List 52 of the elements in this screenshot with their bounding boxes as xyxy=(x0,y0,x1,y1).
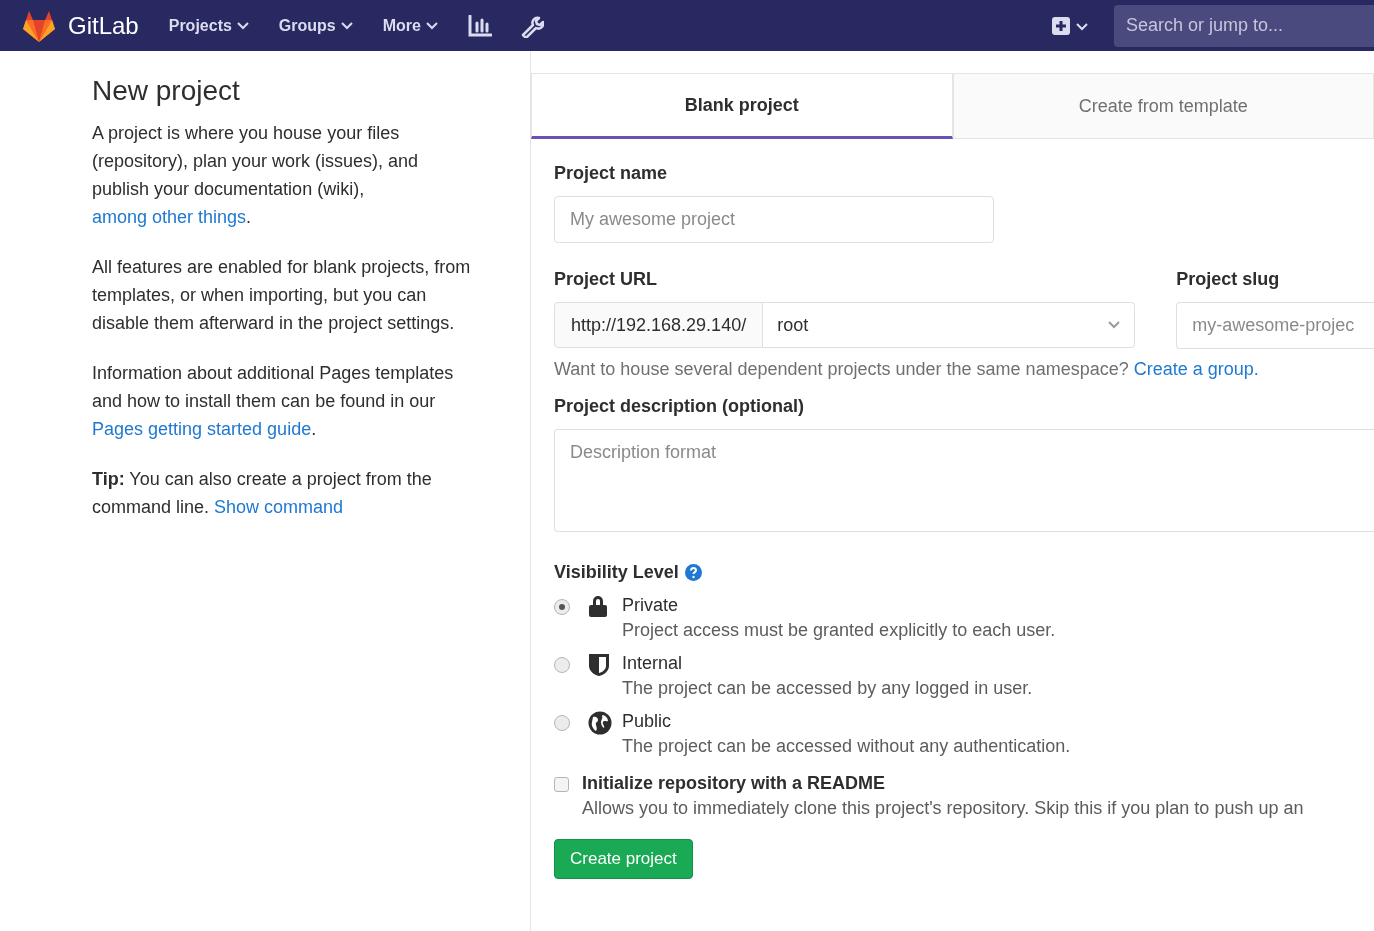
field-label: Project URL xyxy=(554,269,659,290)
bar-chart-icon[interactable] xyxy=(468,14,492,37)
chevron-down-icon xyxy=(426,21,438,30)
field-label: Project description (optional) xyxy=(554,396,805,417)
option-description: Project access must be granted explicitly to each user. xyxy=(622,620,1057,641)
link[interactable]: Create a group. xyxy=(1133,359,1259,379)
lock-icon xyxy=(588,595,608,617)
link[interactable]: Show command xyxy=(214,497,344,517)
option-description: The project can be accessed by any logged in user. xyxy=(622,678,1034,699)
field-label: Project name xyxy=(554,163,669,184)
checkbox-label[interactable]: Initialize repository with a README xyxy=(582,773,1374,794)
option-description: Allows you to immediately clone this project's repository. Skip this if you plan to push up an xyxy=(582,798,1305,819)
chevron-down-icon xyxy=(1076,22,1088,31)
chevron-down-icon xyxy=(1108,321,1121,329)
checkbox[interactable] xyxy=(554,777,569,792)
fox-logo-icon[interactable] xyxy=(22,9,56,42)
shield-icon xyxy=(588,653,610,677)
radio-button[interactable] xyxy=(554,657,570,673)
link[interactable]: among other things xyxy=(92,207,247,227)
description-field[interactable]: Description format xyxy=(554,429,1374,532)
field-label: Project slug xyxy=(1176,269,1281,290)
search-field[interactable]: Search or jump to... xyxy=(1114,4,1374,47)
nav-menu[interactable]: Projects xyxy=(168,16,249,35)
option-label: Public xyxy=(622,711,673,732)
tab[interactable]: Create from template xyxy=(952,73,1374,139)
url-prefix: http://192.168.29.140/ xyxy=(554,302,764,348)
chevron-down-icon xyxy=(340,21,353,30)
paragraph: Tip: You can also create a project from the command line. Show command xyxy=(92,468,433,519)
option-description: The project can be accessed without any authentication. xyxy=(622,736,1072,757)
brand-name[interactable]: GitLab xyxy=(68,11,139,40)
nav-menu[interactable]: Groups xyxy=(278,16,353,35)
globe-icon xyxy=(588,711,612,735)
page-title: New project xyxy=(92,75,241,107)
plus-square-icon[interactable] xyxy=(1052,16,1070,35)
wrench-icon[interactable] xyxy=(520,13,544,38)
project-name-field[interactable]: My awesome project xyxy=(554,196,994,243)
radio-button[interactable] xyxy=(554,599,570,615)
link[interactable]: Pages getting started guide xyxy=(92,419,312,439)
nav-menu[interactable]: More xyxy=(382,16,438,35)
paragraph: A project is where you house your files (repository), plan your work (issues), and publish your documentation (wiki), among other things. xyxy=(92,122,420,229)
help-icon[interactable] xyxy=(684,564,702,581)
paragraph: Information about additional Pages templates and how to install them can be found in our Pages getting started guide. xyxy=(92,362,455,441)
paragraph: All features are enabled for blank projects, from templates, or when importing, but you can disable them afterward in the project settings. xyxy=(92,256,472,335)
namespace-dropdown[interactable]: root xyxy=(763,302,1136,348)
chevron-down-icon xyxy=(236,21,249,30)
option-label: Internal xyxy=(622,653,684,674)
option-label: Private xyxy=(622,595,680,616)
project-slug-field[interactable]: my-awesome-projec xyxy=(1176,302,1374,349)
hint-text: Want to house several dependent projects under the same namespace? Create a group. xyxy=(554,359,1260,380)
radio-button[interactable] xyxy=(554,715,570,731)
tab[interactable]: Blank project xyxy=(531,73,953,139)
visibility-label: Visibility Level xyxy=(554,562,679,583)
